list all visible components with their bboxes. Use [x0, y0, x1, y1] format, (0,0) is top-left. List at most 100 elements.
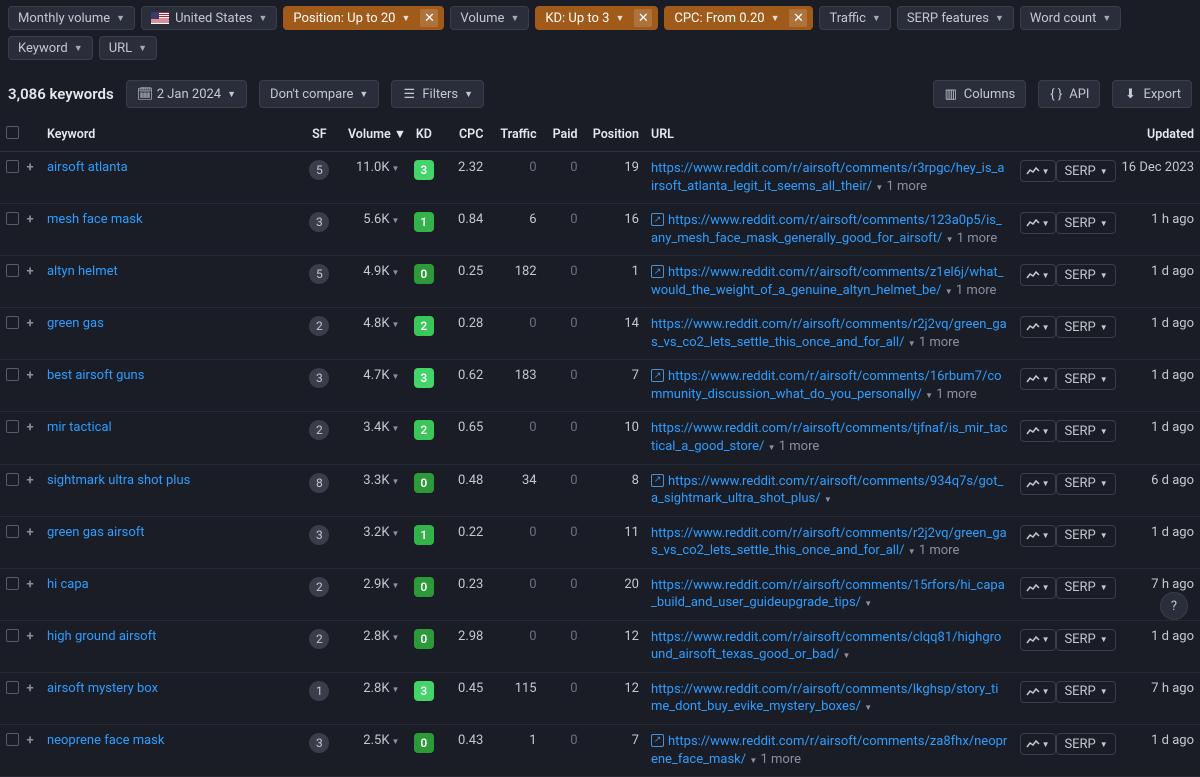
- select-all-checkbox[interactable]: [6, 126, 19, 139]
- th-url[interactable]: URL: [645, 118, 1014, 152]
- filters-button[interactable]: ☰Filters▼: [391, 80, 484, 108]
- filter-volume[interactable]: Volume▼: [450, 6, 529, 30]
- position-history-button[interactable]: ▼: [1020, 420, 1056, 442]
- expand-row-button[interactable]: +: [26, 525, 33, 540]
- position-history-button[interactable]: ▼: [1020, 212, 1056, 234]
- th-volume[interactable]: Volume ▼: [342, 118, 405, 152]
- chevron-down-icon[interactable]: ▼: [392, 424, 400, 433]
- serp-button[interactable]: SERP▼: [1056, 681, 1115, 703]
- serp-button[interactable]: SERP▼: [1056, 525, 1115, 547]
- more-urls[interactable]: ▼ 1 more: [875, 179, 927, 194]
- sf-badge[interactable]: 2: [309, 577, 329, 597]
- row-checkbox[interactable]: [6, 733, 19, 746]
- row-checkbox[interactable]: [6, 681, 19, 694]
- row-checkbox[interactable]: [6, 316, 19, 329]
- result-url-link[interactable]: https://www.reddit.com/r/airsoft/comment…: [651, 734, 1007, 767]
- chevron-down-icon[interactable]: ▼: [392, 581, 400, 590]
- more-urls[interactable]: ▼ 1 more: [946, 231, 998, 246]
- row-checkbox[interactable]: [6, 160, 19, 173]
- filter-keyword[interactable]: Keyword▼: [8, 36, 93, 60]
- position-history-button[interactable]: ▼: [1020, 577, 1056, 599]
- sf-badge[interactable]: 3: [309, 733, 329, 753]
- serp-button[interactable]: SERP▼: [1056, 316, 1115, 338]
- position-history-button[interactable]: ▼: [1020, 733, 1056, 755]
- serp-button[interactable]: SERP▼: [1056, 577, 1115, 599]
- result-url-link[interactable]: https://www.reddit.com/r/airsoft/comment…: [651, 578, 1005, 611]
- close-icon[interactable]: ✕: [634, 9, 652, 27]
- filter-url[interactable]: URL▼: [99, 36, 157, 60]
- th-keyword[interactable]: Keyword: [41, 118, 297, 152]
- keyword-link[interactable]: sightmark ultra shot plus: [47, 473, 190, 488]
- expand-row-button[interactable]: +: [26, 473, 33, 488]
- chevron-down-icon[interactable]: ▼: [392, 320, 400, 329]
- keyword-link[interactable]: altyn helmet: [47, 264, 118, 279]
- serp-button[interactable]: SERP▼: [1056, 629, 1115, 651]
- th-kd[interactable]: KD: [405, 118, 442, 152]
- sf-badge[interactable]: 3: [309, 368, 329, 388]
- row-checkbox[interactable]: [6, 264, 19, 277]
- keyword-link[interactable]: green gas: [47, 316, 104, 331]
- chevron-down-icon[interactable]: ▼: [392, 685, 400, 694]
- position-history-button[interactable]: ▼: [1020, 681, 1056, 703]
- result-url-link[interactable]: https://www.reddit.com/r/airsoft/comment…: [651, 682, 998, 715]
- sf-badge[interactable]: 8: [309, 473, 329, 493]
- result-url-link[interactable]: https://www.reddit.com/r/airsoft/comment…: [651, 421, 1008, 454]
- date-picker[interactable]: 🗓2 Jan 2024▼: [126, 80, 247, 108]
- keyword-link[interactable]: mesh face mask: [47, 212, 143, 227]
- compare-button[interactable]: Don't compare▼: [259, 80, 379, 108]
- row-checkbox[interactable]: [6, 420, 19, 433]
- url-expand[interactable]: ▼: [842, 647, 850, 662]
- row-checkbox[interactable]: [6, 473, 19, 486]
- row-checkbox[interactable]: [6, 577, 19, 590]
- filter-serp-features[interactable]: SERP features▼: [897, 6, 1014, 30]
- position-history-button[interactable]: ▼: [1020, 316, 1056, 338]
- th-position[interactable]: Position: [584, 118, 645, 152]
- keyword-link[interactable]: mir tactical: [47, 420, 112, 435]
- th-sf[interactable]: SF: [297, 118, 342, 152]
- url-expand[interactable]: ▼: [864, 595, 872, 610]
- close-icon[interactable]: ✕: [789, 9, 807, 27]
- result-url-link[interactable]: https://www.reddit.com/r/airsoft/comment…: [651, 630, 1001, 663]
- help-button[interactable]: ?: [1160, 592, 1188, 620]
- row-checkbox[interactable]: [6, 629, 19, 642]
- url-expand[interactable]: ▼: [824, 491, 832, 506]
- columns-button[interactable]: ▥Columns: [933, 80, 1027, 108]
- chevron-down-icon[interactable]: ▼: [392, 268, 400, 277]
- sf-badge[interactable]: 5: [309, 264, 329, 284]
- filter-cpc[interactable]: CPC: From 0.20▼✕: [664, 6, 813, 30]
- keyword-link[interactable]: hi capa: [47, 577, 89, 592]
- result-url-link[interactable]: https://www.reddit.com/r/airsoft/comment…: [651, 161, 1005, 194]
- serp-button[interactable]: SERP▼: [1056, 160, 1115, 182]
- expand-row-button[interactable]: +: [26, 316, 33, 331]
- position-history-button[interactable]: ▼: [1020, 160, 1056, 182]
- keyword-link[interactable]: airsoft atlanta: [47, 160, 128, 175]
- filter-country[interactable]: United States▼: [141, 6, 277, 30]
- sf-badge[interactable]: 3: [309, 525, 329, 545]
- url-expand[interactable]: ▼: [864, 699, 872, 714]
- expand-row-button[interactable]: +: [26, 681, 33, 696]
- keyword-link[interactable]: green gas airsoft: [47, 525, 145, 540]
- chevron-down-icon[interactable]: ▼: [392, 633, 400, 642]
- serp-button[interactable]: SERP▼: [1056, 264, 1115, 286]
- filter-word-count[interactable]: Word count▼: [1020, 6, 1121, 30]
- row-checkbox[interactable]: [6, 525, 19, 538]
- th-paid[interactable]: Paid: [543, 118, 584, 152]
- serp-button[interactable]: SERP▼: [1056, 368, 1115, 390]
- serp-button[interactable]: SERP▼: [1056, 733, 1115, 755]
- export-button[interactable]: ⬇Export: [1112, 80, 1192, 108]
- more-urls[interactable]: ▼ 1 more: [908, 543, 960, 558]
- position-history-button[interactable]: ▼: [1020, 264, 1056, 286]
- chevron-down-icon[interactable]: ▼: [392, 477, 400, 486]
- keyword-link[interactable]: best airsoft guns: [47, 368, 145, 383]
- chevron-down-icon[interactable]: ▼: [392, 372, 400, 381]
- serp-button[interactable]: SERP▼: [1056, 473, 1115, 495]
- row-checkbox[interactable]: [6, 368, 19, 381]
- api-button[interactable]: { }API: [1038, 80, 1100, 108]
- more-urls[interactable]: ▼ 1 more: [908, 335, 960, 350]
- position-history-button[interactable]: ▼: [1020, 473, 1056, 495]
- th-cpc[interactable]: CPC: [442, 118, 489, 152]
- expand-row-button[interactable]: +: [26, 264, 33, 279]
- keyword-link[interactable]: high ground airsoft: [47, 629, 156, 644]
- sf-badge[interactable]: 2: [309, 316, 329, 336]
- filter-kd[interactable]: KD: Up to 3▼✕: [535, 6, 658, 30]
